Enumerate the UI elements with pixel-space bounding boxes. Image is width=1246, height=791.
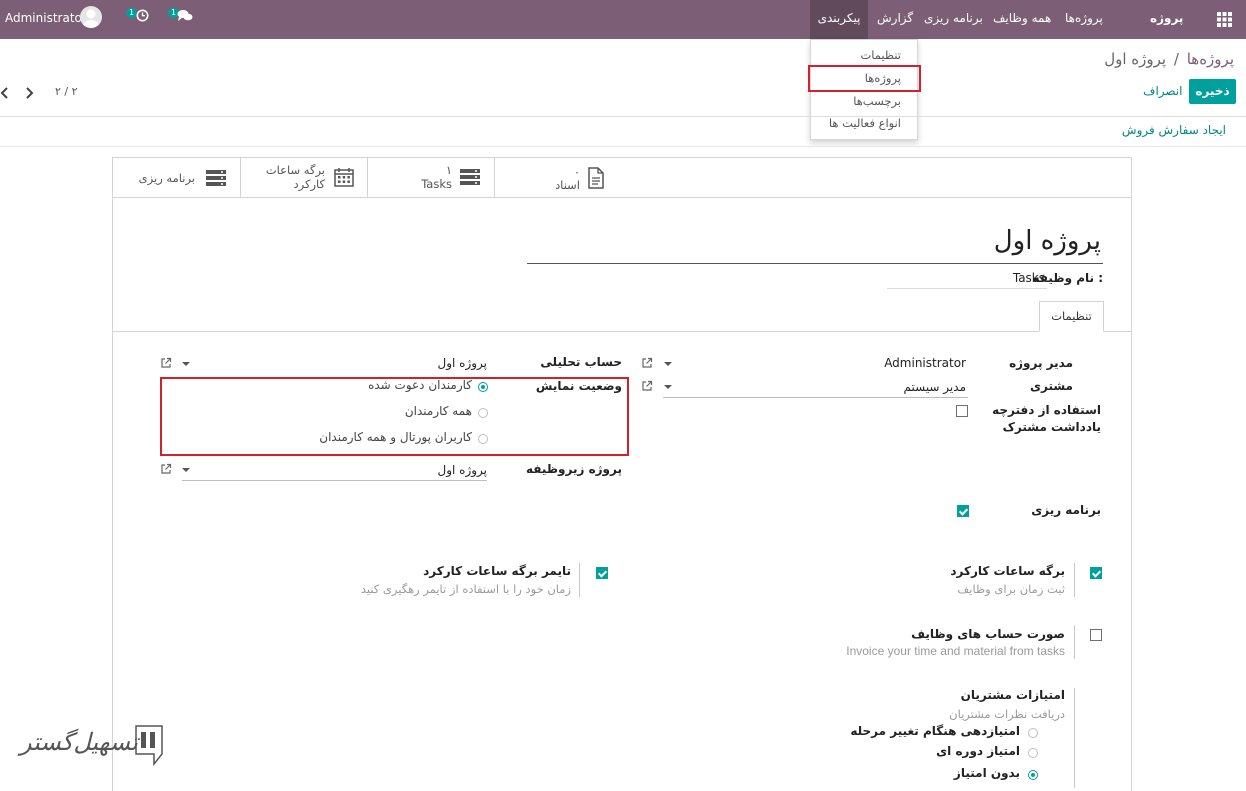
control-divider [0,116,1246,117]
highlight-box-projects-menu [808,65,921,92]
invoice-separator [1074,625,1075,659]
external-link-icon[interactable] [641,380,653,392]
save-button[interactable]: ذخیره [1189,79,1236,104]
dropdown-item-activity-types[interactable]: انواع فعالیت ها [829,116,901,130]
form-sheet: ۰ اسناد ۱ Tasks برگه ساعات کارکرد برنامه… [112,157,1132,791]
tasks-icon [460,169,480,185]
avatar[interactable] [80,6,102,28]
discard-button[interactable]: انصراف [1143,84,1182,98]
rating-radio-periodic[interactable] [1028,748,1038,758]
stat-button-planning[interactable]: برنامه ریزی [113,158,240,197]
analytic-account-label: حساب تحلیلی [540,355,622,369]
calendar-icon [334,168,354,187]
breadcrumb-parent[interactable]: پروژه‌ها [1187,50,1234,68]
planning-label: برنامه ریزی [1031,503,1101,517]
invoice-tasks-checkbox[interactable] [1090,629,1102,641]
project-manager-value[interactable]: Administrator [884,356,966,370]
watermark-text: تسهیل‌گستر [20,728,138,756]
dropdown-item-tags[interactable]: برچسب‌ها [853,94,901,108]
planning-checkbox[interactable] [957,505,969,517]
top-navbar: پروژه پروژه‌ها همه وظایف برنامه ریزی گزا… [0,0,1246,39]
timer-separator [579,563,580,597]
breadcrumb-separator: / [1173,50,1179,68]
timesheet-desc: ثبت زمان برای وظایف [957,582,1065,596]
menu-reporting[interactable]: گزارش [877,0,913,39]
dropdown-item-settings[interactable]: تنظیمات [860,48,901,62]
timer-desc: زمان خود را با استفاده از تایمر رهگیری ک… [360,582,571,596]
document-icon [588,167,604,189]
create-sale-order-link[interactable]: ایجاد سفارش فروش [1122,123,1226,137]
project-title[interactable]: پروژه اول [994,226,1101,256]
statusbar-divider [0,146,1246,147]
tab-divider [113,331,1131,332]
invoice-tasks-desc: Invoice your time and material from task… [846,644,1065,658]
pager-prev-icon[interactable] [0,86,10,100]
pager-value[interactable]: ۲ / ۲ [55,85,78,98]
rating-radio-stage[interactable] [1028,728,1038,738]
project-manager-label: مدیر پروژه [1009,356,1073,370]
stat-tasks-label: Tasks [421,177,452,191]
rating-title: امتیازات مشتریان [960,688,1065,702]
rating-option-stage[interactable]: امتیازدهی هنگام تغییر مرحله [850,724,1020,738]
stat-divider [113,197,1131,198]
stat-timesheets-label: برگه ساعات [265,163,325,177]
stat-button-tasks[interactable]: ۱ Tasks [367,158,494,197]
menu-projects[interactable]: پروژه‌ها [1065,0,1103,39]
rating-option-periodic[interactable]: امتیاز دوره ای [936,744,1020,758]
timer-title: تایمر برگه ساعات کارکرد [423,564,571,578]
task-name-underline [887,288,1047,289]
project-manager-dropdown-icon[interactable] [664,362,672,366]
stat-button-documents[interactable]: ۰ اسناد [494,158,622,197]
clock-icon [136,9,149,22]
shared-notes-label2: یادداشت مشترک [1002,420,1101,434]
timesheet-separator [1074,563,1075,597]
pager-next-icon[interactable] [24,86,34,100]
customer-underline [663,397,968,398]
rating-radio-none[interactable] [1028,770,1038,780]
menu-configuration[interactable]: پیکربندی [810,0,868,39]
customer-dropdown-icon[interactable] [664,385,672,389]
external-link-icon[interactable] [160,463,172,475]
subtask-dropdown-icon[interactable] [182,468,190,472]
timer-checkbox[interactable] [596,567,608,579]
apps-grid-icon[interactable] [1217,12,1232,27]
timesheet-title: برگه ساعات کارکرد [950,564,1065,578]
rating-separator [1074,688,1075,788]
stat-tasks-count: ۱ [445,163,452,177]
app-brand[interactable]: پروژه [1150,0,1183,39]
breadcrumb-current: پروژه اول [1104,50,1167,68]
stat-button-timesheets[interactable]: برگه ساعات کارکرد [240,158,367,197]
analytic-account-value[interactable]: پروژه اول [438,356,488,370]
tab-settings[interactable]: تنظیمات [1039,301,1104,332]
customer-label: مشتری [1029,379,1073,393]
analytic-account-dropdown-icon[interactable] [182,362,190,366]
rating-desc: دریافت نظرات مشتریان [949,707,1065,721]
timesheet-checkbox[interactable] [1090,567,1102,579]
menu-all-tasks[interactable]: همه وظایف [993,0,1051,39]
highlight-box-visibility [160,377,629,456]
stat-timesheets-label2: کارکرد [293,177,325,191]
stat-planning-label: برنامه ریزی [138,171,195,185]
chat-icon [177,10,193,21]
breadcrumb: پروژه‌ها / پروژه اول [1104,50,1234,68]
task-name-value[interactable]: Tasks [1013,271,1045,285]
title-underline [527,263,1103,264]
subtask-underline [182,480,487,481]
rating-option-none[interactable]: بدون امتیاز [954,766,1020,780]
external-link-icon[interactable] [641,357,653,369]
menu-planning[interactable]: برنامه ریزی [924,0,983,39]
shared-notes-checkbox[interactable] [956,405,968,417]
subtask-project-value[interactable]: پروژه اول [438,463,488,477]
subtask-project-label: پروژه زیروظیفه [525,462,622,476]
watermark-logo-icon [134,724,164,767]
user-name[interactable]: Administrator [5,0,87,39]
stat-documents-label: اسناد [555,178,580,192]
planning-icon [206,170,226,186]
invoice-tasks-title: صورت حساب های وظایف [911,627,1065,641]
shared-notes-label: استفاده از دفترچه [992,403,1101,417]
external-link-icon[interactable] [160,357,172,369]
customer-value[interactable]: مدیر سیستم [904,380,967,394]
